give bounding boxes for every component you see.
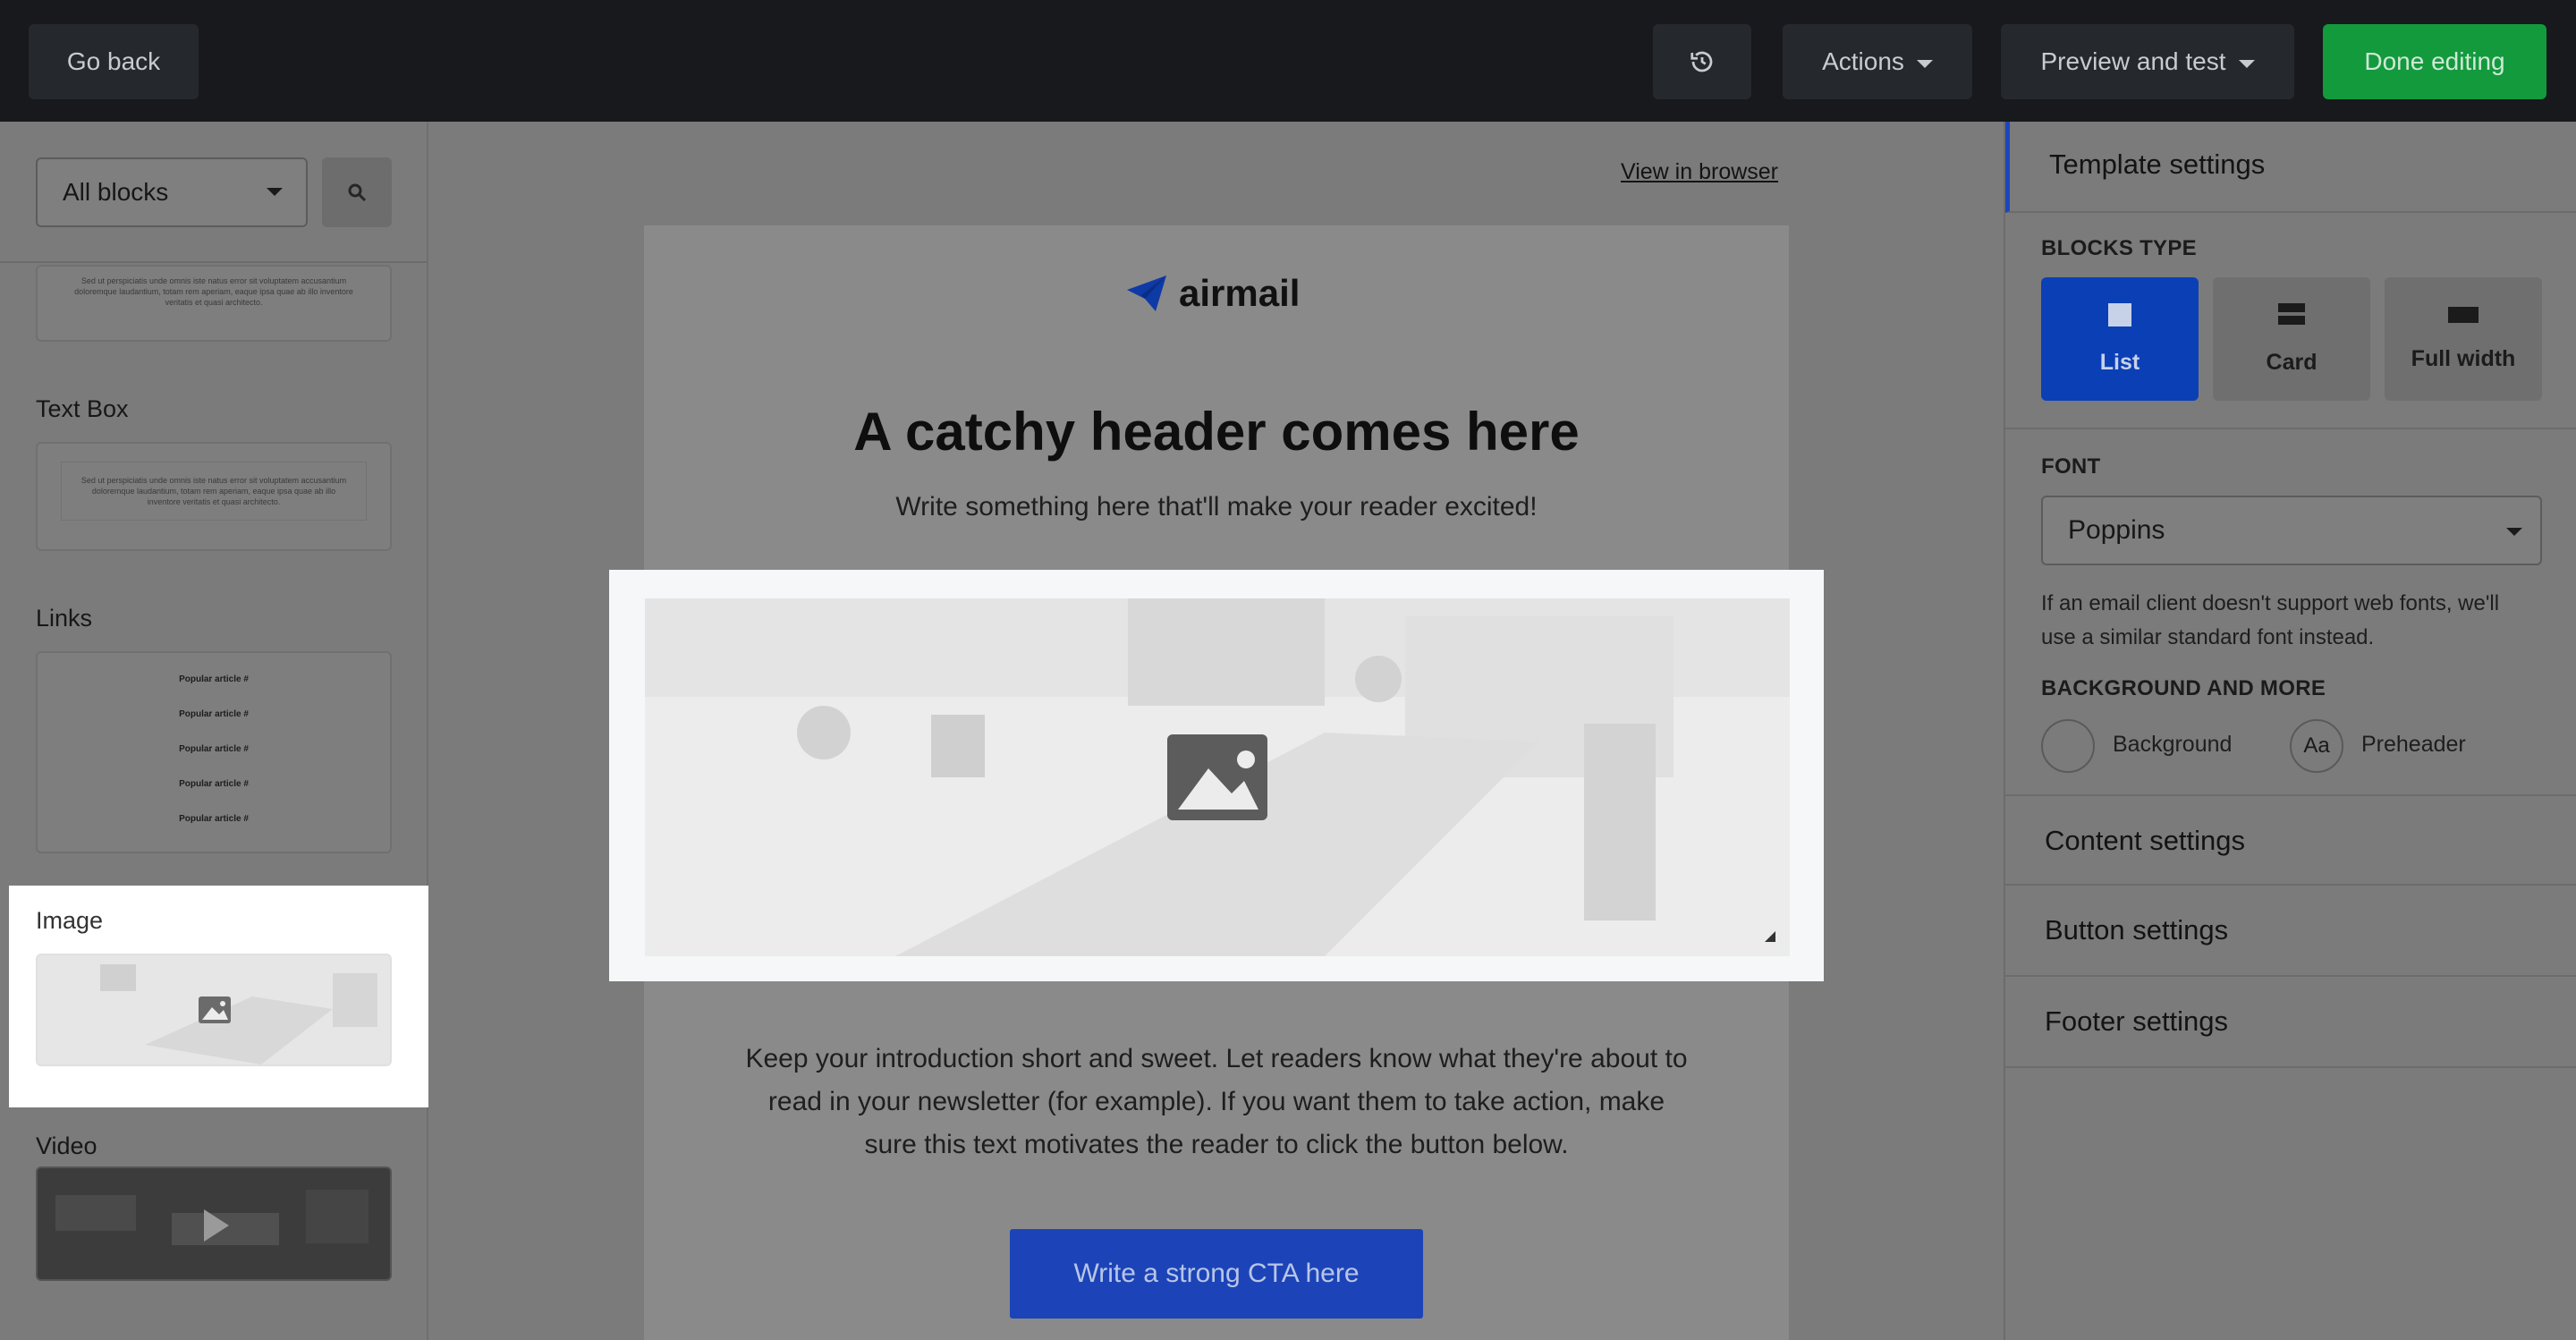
preheader-icon-text: Aa — [2303, 734, 2330, 758]
preview-dropdown[interactable]: Preview and test — [2001, 24, 2294, 99]
font-select[interactable]: Poppins — [2041, 496, 2542, 565]
square-icon — [2108, 302, 2131, 327]
chevron-down-icon — [1916, 59, 1933, 68]
history-icon — [1690, 51, 1713, 72]
text-block-thumbnail[interactable]: Sed ut perspiciatis unde omnis iste natu… — [36, 265, 392, 342]
cta-button[interactable]: Write a strong CTA here — [1010, 1229, 1423, 1319]
logo-text: airmail — [1179, 272, 1301, 314]
button-settings-row[interactable]: Button settings — [2005, 886, 2576, 977]
blocks-filter-select[interactable]: All blocks — [36, 157, 308, 227]
block-type-label: Card — [2266, 349, 2318, 375]
link-item: Popular article # — [179, 744, 249, 754]
blocks-filter-value: All blocks — [63, 178, 169, 206]
link-item: Popular article # — [179, 709, 249, 719]
font-select-value: Poppins — [2068, 515, 2165, 545]
sidebar-filter-bar: All blocks — [0, 122, 427, 263]
top-bar: Go back Actions Preview and test Done ed… — [0, 0, 2576, 122]
office-photo — [38, 955, 390, 1064]
go-back-button[interactable]: Go back — [29, 24, 199, 99]
go-back-label: Go back — [66, 47, 161, 75]
block-type-list[interactable]: List — [2041, 277, 2199, 401]
cta-label: Write a strong CTA here — [1073, 1259, 1360, 1288]
image-label: Image — [36, 907, 104, 934]
background-caption: BACKGROUND AND MORE — [2041, 676, 2326, 700]
link-item: Popular article # — [179, 814, 249, 824]
video-thumbnail[interactable] — [36, 1166, 392, 1281]
image-block-highlight[interactable]: Image — [9, 886, 447, 1107]
airmail-logo: airmail — [1125, 272, 1300, 315]
text-box-label: Text Box — [36, 395, 129, 422]
email-header[interactable]: A catchy header comes here — [644, 401, 1789, 462]
email-intro[interactable]: Keep your introduction short and sweet. … — [644, 1038, 1789, 1166]
block-type-full-width[interactable]: Full width — [2385, 277, 2542, 401]
background-label[interactable]: Background — [2113, 732, 2232, 758]
intro-line: read in your newsletter (for example). I… — [767, 1087, 1665, 1116]
font-note-line: If an email client doesn't support web f… — [2041, 591, 2500, 615]
video-label: Video — [36, 1132, 97, 1159]
email-subheader[interactable]: Write something here that'll make your r… — [644, 492, 1789, 522]
divider — [2005, 428, 2576, 429]
footer-settings-row[interactable]: Footer settings — [2005, 977, 2576, 1068]
play-icon — [55, 1190, 369, 1245]
done-editing-button[interactable]: Done editing — [2323, 24, 2546, 99]
intro-line: Keep your introduction short and sweet. … — [745, 1044, 1688, 1073]
content-settings-title: Content settings — [2045, 825, 2246, 856]
background-color-swatch[interactable] — [2041, 719, 2095, 773]
template-settings-title: Template settings — [2049, 148, 2266, 180]
paper-plane-icon — [1127, 276, 1166, 311]
image-icon — [1167, 734, 1267, 820]
font-note: If an email client doesn't support web f… — [2041, 587, 2499, 655]
thumbnail-lorem-text: Sed ut perspiciatis unde omnis iste natu… — [74, 276, 353, 307]
image-icon — [199, 997, 231, 1023]
image-thumbnail[interactable] — [36, 954, 392, 1066]
template-settings-header[interactable]: Template settings — [2005, 122, 2576, 213]
content-settings-row[interactable]: Content settings — [2005, 794, 2576, 886]
link-item: Popular article # — [179, 674, 249, 684]
card-icon — [2278, 302, 2305, 325]
preheader-icon[interactable]: Aa — [2290, 719, 2343, 773]
search-button[interactable] — [322, 157, 392, 227]
actions-dropdown[interactable]: Actions — [1783, 24, 1972, 99]
text-box-frame: Sed ut perspiciatis unde omnis iste natu… — [61, 462, 367, 521]
font-caption: FONT — [2041, 454, 2101, 479]
email-image — [645, 598, 1790, 956]
settings-panel: Template settings BLOCKS TYPE List Card … — [2004, 122, 2576, 1340]
link-item: Popular article # — [179, 779, 249, 789]
actions-label: Actions — [1822, 47, 1904, 75]
text-box-thumbnail[interactable]: Sed ut perspiciatis unde omnis iste natu… — [36, 442, 392, 551]
thumbnail-lorem-text: Sed ut perspiciatis unde omnis iste natu… — [80, 476, 347, 506]
block-type-label: List — [2099, 349, 2140, 375]
chevron-down-icon — [2506, 528, 2522, 536]
blocks-sidebar: All blocks Sed ut perspiciatis unde omni… — [0, 122, 428, 1340]
search-icon — [348, 183, 367, 202]
done-editing-label: Done editing — [2364, 47, 2505, 75]
font-note-line: use a similar standard font instead. — [2041, 625, 2375, 649]
email-image-block-highlight[interactable] — [609, 570, 1824, 981]
history-button[interactable] — [1653, 24, 1751, 99]
chevron-down-icon — [267, 188, 283, 196]
chevron-down-icon — [2238, 59, 2255, 68]
links-thumbnail[interactable]: Popular article # Popular article # Popu… — [36, 651, 392, 853]
preview-label: Preview and test — [2040, 47, 2226, 75]
links-label: Links — [36, 605, 93, 632]
block-type-card[interactable]: Card — [2213, 277, 2370, 401]
view-in-browser-link[interactable]: View in browser — [1621, 159, 1778, 185]
button-settings-title: Button settings — [2045, 914, 2229, 946]
block-type-label: Full width — [2411, 345, 2516, 371]
preheader-label[interactable]: Preheader — [2361, 732, 2466, 758]
full-width-icon — [2448, 306, 2479, 323]
footer-settings-title: Footer settings — [2045, 1005, 2229, 1037]
intro-line: sure this text motivates the reader to c… — [864, 1130, 1569, 1159]
blocks-type-caption: BLOCKS TYPE — [2041, 236, 2197, 260]
